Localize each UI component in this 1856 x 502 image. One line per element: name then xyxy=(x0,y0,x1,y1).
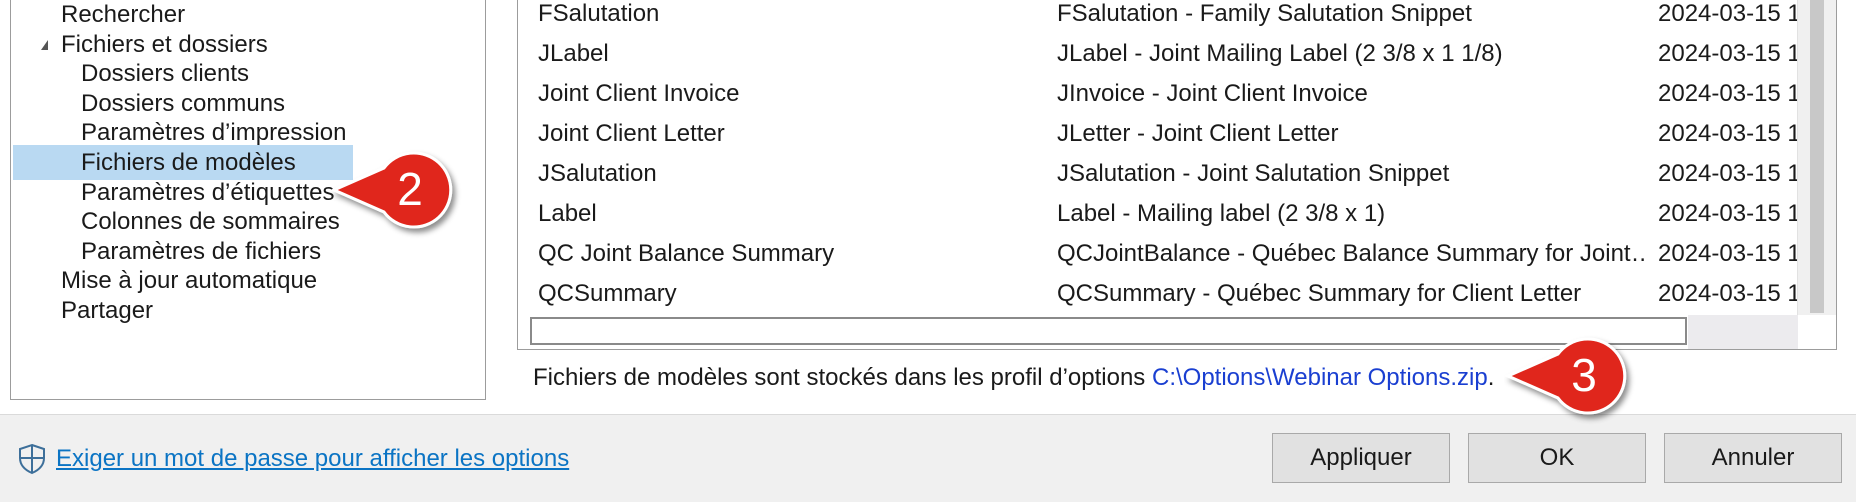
storage-info-suffix: . xyxy=(1487,364,1495,391)
scrollbar-corner xyxy=(1688,315,1798,349)
callout-number: 2 xyxy=(397,163,423,215)
template-date: 2024-03-15 1 xyxy=(1658,120,1798,147)
template-name: JLabel xyxy=(538,40,609,67)
shield-icon xyxy=(16,443,48,475)
template-name: QC Joint Balance Summary xyxy=(538,240,835,267)
template-description: JLetter - Joint Client Letter xyxy=(1057,120,1339,147)
apply-button[interactable]: Appliquer xyxy=(1272,433,1450,483)
table-row[interactable]: Label Label - Mailing label (2 3/8 x 1) … xyxy=(518,194,1798,234)
storage-info-text: Fichiers de modèles sont stockés dans le… xyxy=(533,364,1152,391)
template-description: JInvoice - Joint Client Invoice xyxy=(1057,80,1368,107)
table-row[interactable]: JSalutation JSalutation - Joint Salutati… xyxy=(518,154,1798,194)
table-row[interactable]: JLabel JLabel - Joint Mailing Label (2 3… xyxy=(518,34,1798,74)
require-password-link[interactable]: Exiger un mot de passe pour afficher les… xyxy=(56,443,569,475)
tree-item-label: Partager xyxy=(61,297,154,324)
table-row[interactable]: QC Joint Balance Summary QCJointBalance … xyxy=(518,234,1798,274)
template-description: Label - Mailing label (2 3/8 x 1) xyxy=(1057,200,1386,227)
callout-number: 3 xyxy=(1571,349,1597,401)
template-date: 2024-03-15 1 xyxy=(1658,80,1798,107)
template-date: 2024-03-15 1 xyxy=(1658,280,1798,307)
tree-item-partager[interactable]: Partager xyxy=(11,293,485,328)
template-date: 2024-03-15 1 xyxy=(1658,200,1798,227)
template-name: Joint Client Letter xyxy=(538,120,725,147)
template-description: QCJointBalance - Québec Balance Summary … xyxy=(1057,240,1647,267)
ok-button[interactable]: OK xyxy=(1468,433,1646,483)
dialog-footer: Exiger un mot de passe pour afficher les… xyxy=(0,414,1856,502)
template-files-list: FSalutation FSalutation - Family Salutat… xyxy=(517,0,1837,350)
expanded-triangle-icon[interactable] xyxy=(41,40,48,50)
template-name: JSalutation xyxy=(538,160,657,187)
table-row[interactable]: QCSummary QCSummary - Québec Summary for… xyxy=(518,274,1798,314)
options-dialog: Rechercher Fichiers et dossiers Dossiers… xyxy=(0,0,1856,502)
template-date: 2024-03-15 1 xyxy=(1658,160,1798,187)
table-row[interactable]: FSalutation FSalutation - Family Salutat… xyxy=(518,0,1798,34)
template-date: 2024-03-15 1 xyxy=(1658,240,1798,267)
vertical-scrollbar[interactable] xyxy=(1797,0,1836,315)
template-description: FSalutation - Family Salutation Snippet xyxy=(1057,0,1472,27)
template-name: QCSummary xyxy=(538,280,677,307)
table-row[interactable]: Joint Client Invoice JInvoice - Joint Cl… xyxy=(518,74,1798,114)
table-row[interactable]: Joint Client Letter JLetter - Joint Clie… xyxy=(518,114,1798,154)
template-name: Label xyxy=(538,200,597,227)
callout-badge-2: 2 xyxy=(330,144,462,240)
cancel-button[interactable]: Annuler xyxy=(1664,433,1842,483)
callout-badge-3: 3 xyxy=(1504,330,1636,426)
template-date: 2024-03-15 1 xyxy=(1658,0,1798,27)
storage-info: Fichiers de modèles sont stockés dans le… xyxy=(533,362,1494,394)
options-profile-path: C:\Options\Webinar Options.zip xyxy=(1151,364,1488,391)
template-description: JSalutation - Joint Salutation Snippet xyxy=(1057,160,1450,187)
template-description: JLabel - Joint Mailing Label (2 3/8 x 1 … xyxy=(1057,40,1503,67)
template-description: QCSummary - Québec Summary for Client Le… xyxy=(1057,280,1582,307)
vertical-scrollbar-thumb[interactable] xyxy=(1810,0,1824,313)
template-name: Joint Client Invoice xyxy=(538,80,740,107)
template-date: 2024-03-15 1 xyxy=(1658,40,1798,67)
template-name: FSalutation xyxy=(538,0,660,27)
